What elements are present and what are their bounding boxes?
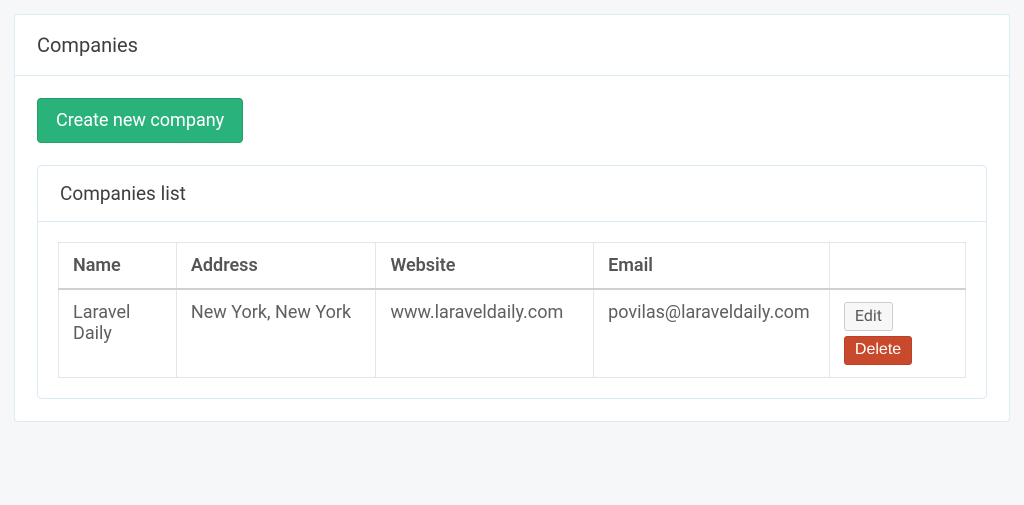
cell-actions: Edit Delete: [829, 289, 965, 377]
cell-address: New York, New York: [176, 289, 376, 377]
cell-name: Laravel Daily: [59, 289, 177, 377]
col-header-address: Address: [176, 243, 376, 290]
delete-button[interactable]: Delete: [844, 336, 912, 365]
companies-list-title: Companies list: [38, 166, 986, 221]
card-body: Create new company Companies list Name A…: [15, 76, 1009, 421]
col-header-actions: [829, 243, 965, 290]
companies-card: Companies Create new company Companies l…: [14, 14, 1010, 422]
table-row: Laravel Daily New York, New York www.lar…: [59, 289, 966, 377]
companies-table: Name Address Website Email Laravel Daily…: [58, 242, 966, 378]
col-header-email: Email: [594, 243, 830, 290]
companies-list-body: Name Address Website Email Laravel Daily…: [38, 222, 986, 398]
create-company-button[interactable]: Create new company: [37, 98, 243, 143]
col-header-website: Website: [376, 243, 594, 290]
col-header-name: Name: [59, 243, 177, 290]
companies-list-panel: Companies list Name Address Website Emai…: [37, 165, 987, 399]
edit-button[interactable]: Edit: [844, 302, 893, 331]
cell-email: povilas@laraveldaily.com: [594, 289, 830, 377]
table-header-row: Name Address Website Email: [59, 243, 966, 290]
cell-website: www.laraveldaily.com: [376, 289, 594, 377]
page-title: Companies: [15, 15, 1009, 75]
